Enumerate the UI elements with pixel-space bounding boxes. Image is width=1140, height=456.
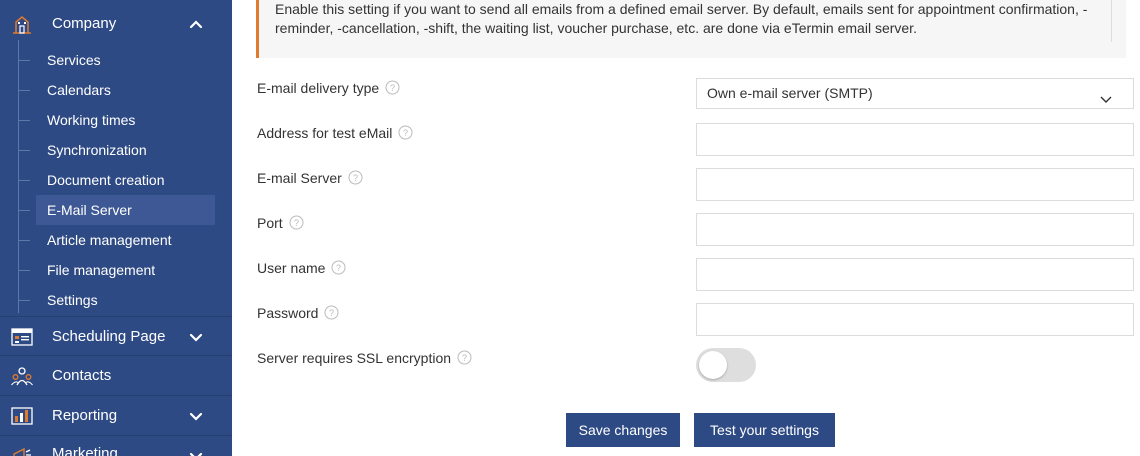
email-server-label: E-mail Server? — [257, 169, 363, 187]
port-input[interactable] — [696, 213, 1134, 246]
chevron-down-icon — [1099, 87, 1113, 103]
svg-text:?: ? — [294, 218, 299, 228]
sidebar-item-settings[interactable]: Settings — [36, 285, 215, 315]
tree-tick — [18, 90, 30, 91]
help-icon[interactable]: ? — [348, 170, 363, 185]
test-address-label-text: Address for test eMail — [257, 125, 393, 141]
password-label: Password? — [257, 304, 339, 322]
sidebar: Company Services Calendars Working times… — [0, 0, 232, 456]
tree-tick — [18, 60, 30, 61]
username-input[interactable] — [696, 258, 1134, 291]
delivery-type-label: E-mail delivery type? — [257, 79, 400, 97]
username-label-text: User name — [257, 260, 326, 276]
sidebar-section-label: Company — [52, 15, 117, 32]
building-icon — [11, 14, 33, 34]
people-icon — [11, 366, 33, 386]
tree-tick — [18, 120, 30, 121]
test-address-label: Address for test eMail? — [257, 124, 413, 142]
sidebar-section-label: Reporting — [52, 407, 118, 424]
save-changes-button[interactable]: Save changes — [566, 413, 680, 447]
main-content: Enable this setting if you want to send … — [232, 0, 1140, 456]
svg-text:?: ? — [336, 263, 341, 273]
password-label-text: Password — [257, 305, 319, 321]
sidebar-section-marketing[interactable]: Marketing — [0, 436, 232, 456]
ssl-label-text: Server requires SSL encryption — [257, 350, 452, 366]
toggle-knob — [699, 351, 727, 379]
svg-text:?: ? — [353, 173, 358, 183]
tree-tick — [18, 180, 30, 181]
sidebar-section-contacts[interactable]: Contacts — [0, 356, 232, 396]
delivery-type-value: Own e-mail server (SMTP) — [707, 85, 873, 101]
sidebar-item-article-management[interactable]: Article management — [36, 225, 215, 255]
sidebar-section-label: Scheduling Page — [52, 328, 166, 345]
help-icon[interactable]: ? — [289, 215, 304, 230]
notice-divider — [1111, 0, 1112, 42]
sidebar-item-file-management[interactable]: File management — [36, 255, 215, 285]
test-settings-button[interactable]: Test your settings — [694, 413, 835, 447]
delivery-type-select[interactable]: Own e-mail server (SMTP) — [696, 78, 1134, 109]
sidebar-section-label: Marketing — [52, 445, 118, 456]
email-server-label-text: E-mail Server — [257, 170, 342, 186]
help-icon[interactable]: ? — [457, 350, 472, 365]
tree-tick — [18, 150, 30, 151]
help-icon[interactable]: ? — [324, 305, 339, 320]
sidebar-item-email-server[interactable]: E-Mail Server — [36, 195, 215, 225]
delivery-type-label-text: E-mail delivery type — [257, 80, 380, 96]
chart-report-icon — [11, 406, 33, 426]
help-icon[interactable]: ? — [398, 125, 413, 140]
calendar-page-icon — [11, 327, 33, 347]
tree-tick — [18, 270, 30, 271]
tree-tick — [18, 210, 30, 211]
sidebar-item-working-times[interactable]: Working times — [36, 105, 215, 135]
sidebar-section-company[interactable]: Company — [0, 4, 232, 44]
sidebar-section-scheduling-page[interactable]: Scheduling Page — [0, 316, 232, 356]
sidebar-section-reporting[interactable]: Reporting — [0, 396, 232, 436]
info-notice: Enable this setting if you want to send … — [256, 0, 1126, 58]
tree-line — [18, 40, 19, 313]
svg-text:?: ? — [403, 128, 408, 138]
notice-text: Enable this setting if you want to send … — [275, 1, 1088, 36]
sidebar-section-label: Contacts — [52, 367, 112, 384]
port-label: Port? — [257, 214, 304, 232]
megaphone-icon — [11, 446, 33, 456]
tree-tick — [18, 300, 30, 301]
test-address-input[interactable] — [696, 123, 1134, 156]
help-icon[interactable]: ? — [331, 260, 346, 275]
username-label: User name? — [257, 259, 346, 277]
chevron-down-icon — [188, 329, 204, 345]
chevron-down-icon — [188, 448, 204, 456]
chevron-up-icon — [188, 16, 204, 32]
port-label-text: Port — [257, 215, 283, 231]
sidebar-item-document-creation[interactable]: Document creation — [36, 165, 215, 195]
svg-text:?: ? — [329, 308, 334, 318]
sidebar-item-calendars[interactable]: Calendars — [36, 75, 215, 105]
help-icon[interactable]: ? — [385, 80, 400, 95]
ssl-toggle[interactable] — [696, 348, 756, 382]
chevron-down-icon — [188, 408, 204, 424]
sidebar-item-synchronization[interactable]: Synchronization — [36, 135, 215, 165]
svg-text:?: ? — [462, 353, 467, 363]
tree-tick — [18, 240, 30, 241]
ssl-label: Server requires SSL encryption? — [257, 349, 472, 367]
svg-text:?: ? — [390, 83, 395, 93]
email-server-input[interactable] — [696, 168, 1134, 201]
password-input[interactable] — [696, 303, 1134, 336]
sidebar-item-services[interactable]: Services — [36, 45, 215, 75]
